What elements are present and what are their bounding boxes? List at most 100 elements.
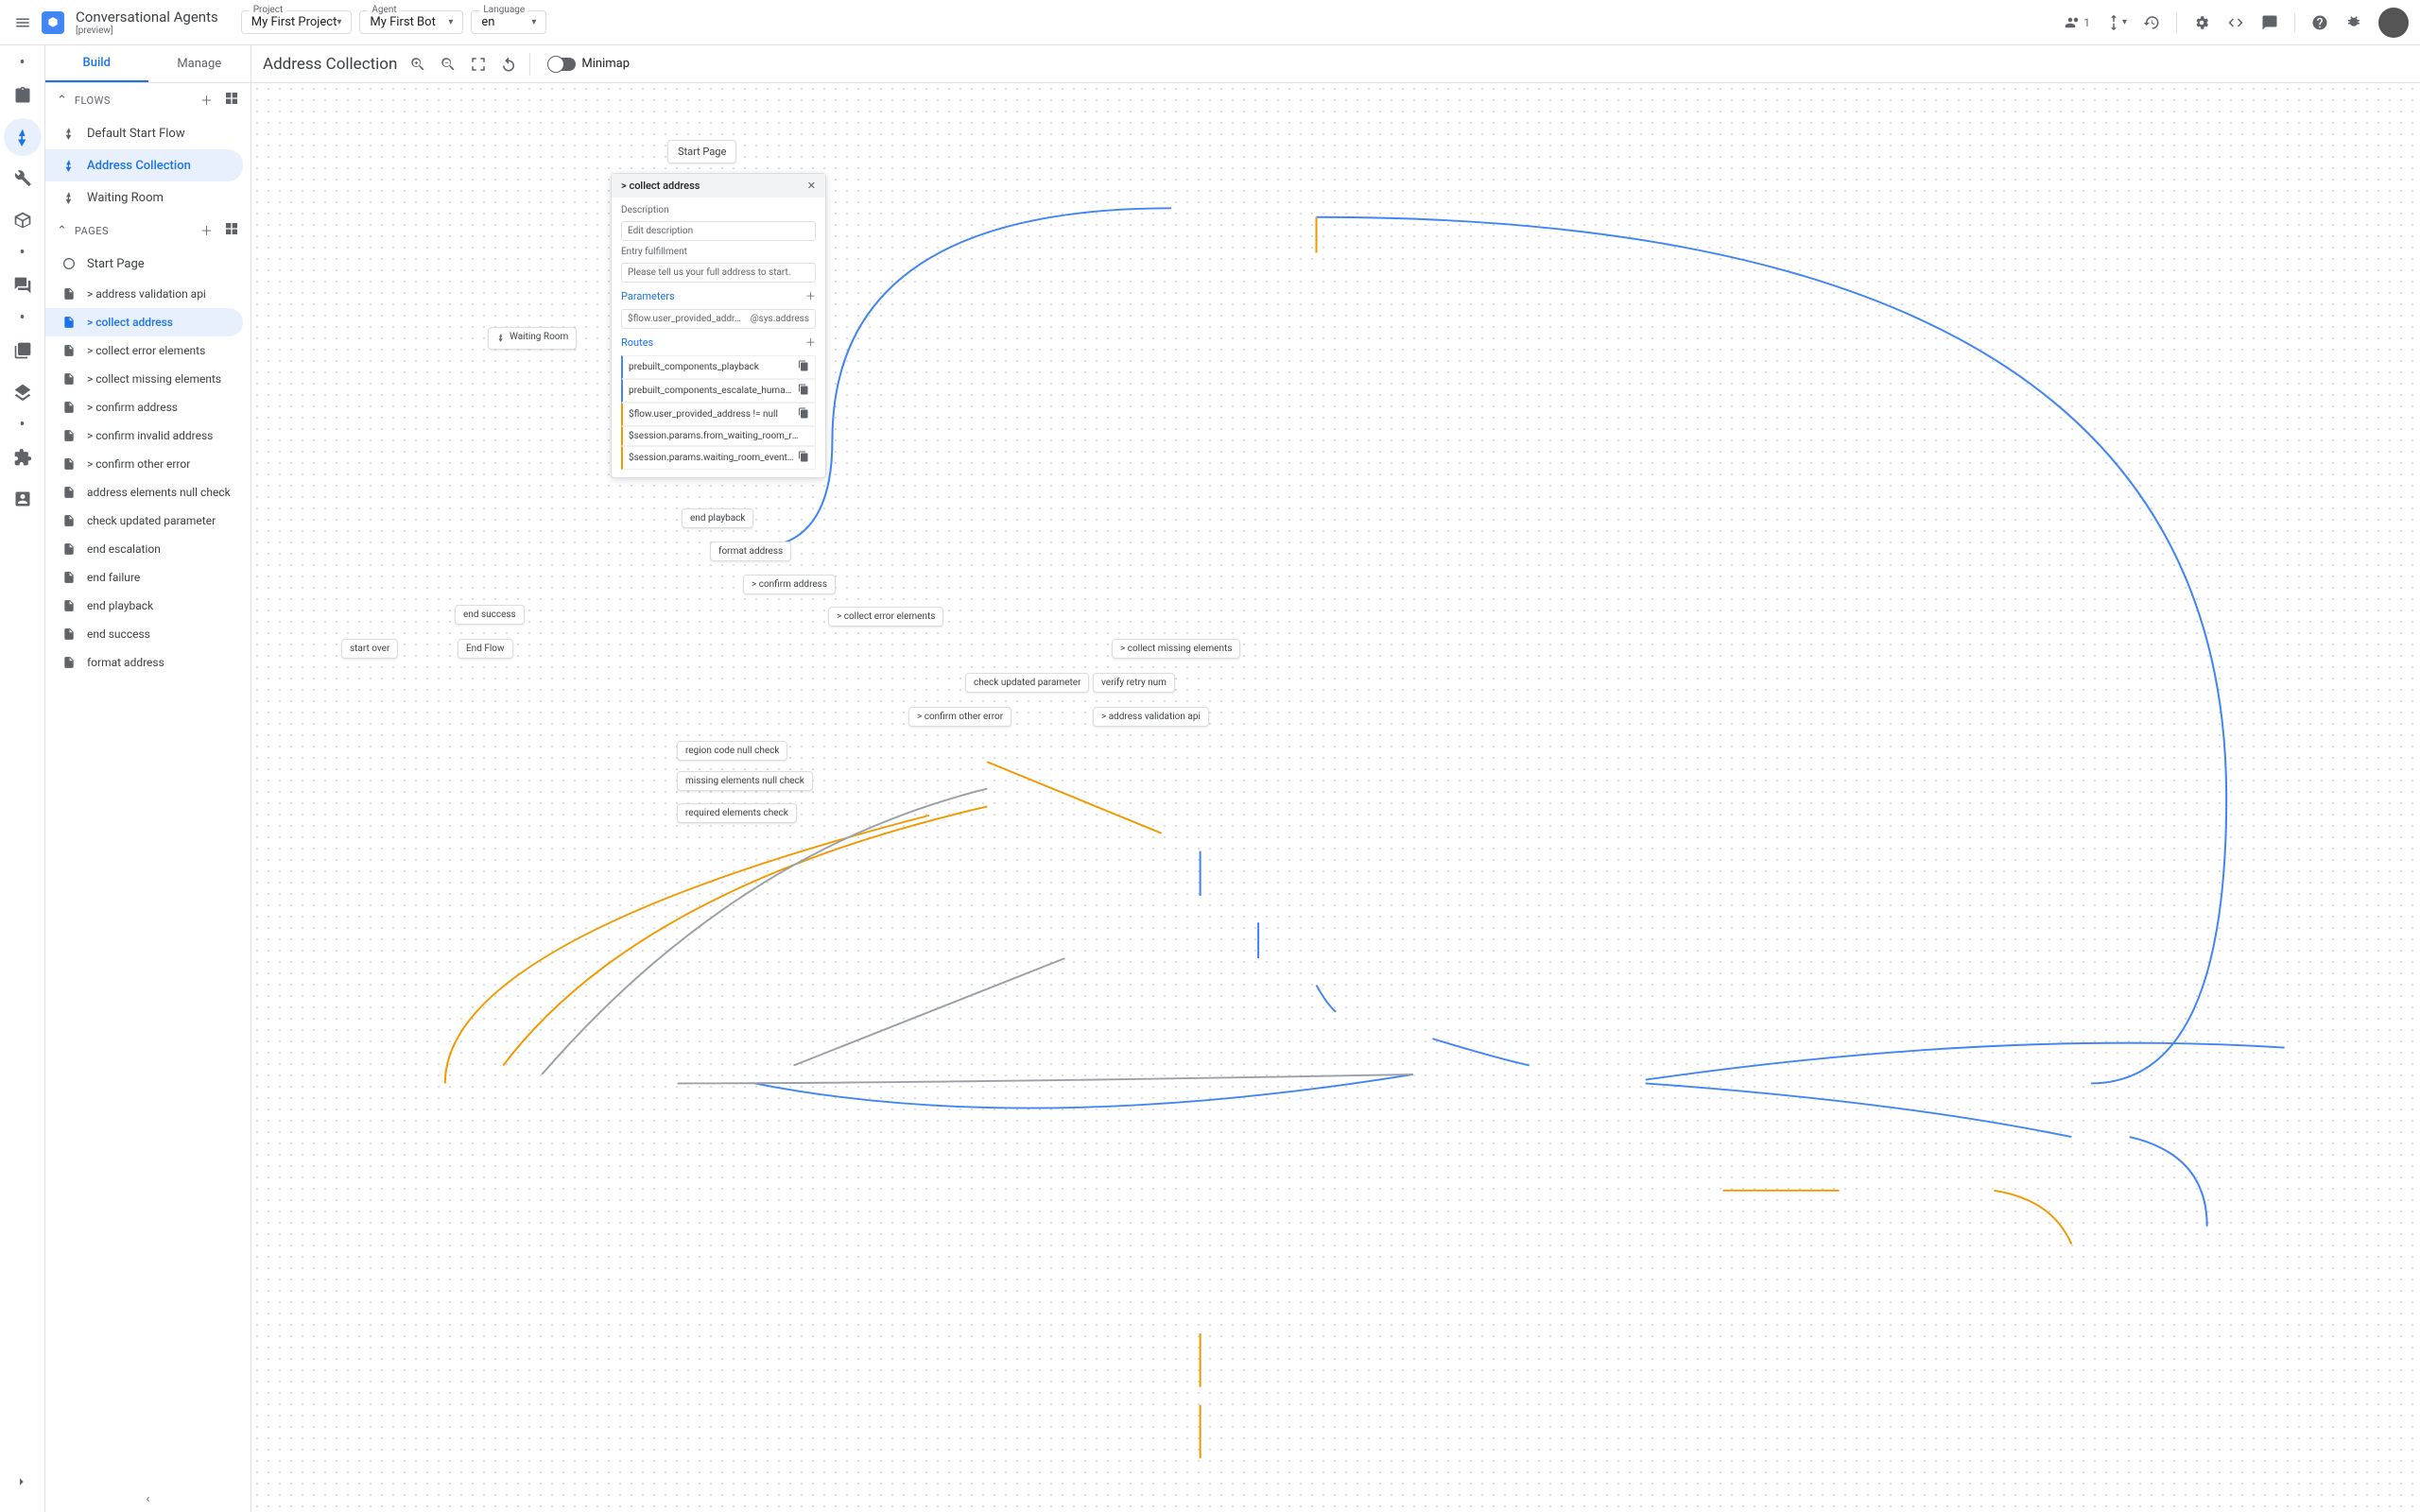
agent-selector[interactable]: Agent My First Bot▾ [359,10,463,34]
node-waiting-room[interactable]: Waiting Room [488,327,577,350]
routes-link[interactable]: Routes [621,336,653,349]
node-collect-error[interactable]: > collect error elements [828,607,943,627]
node-end-flow[interactable]: End Flow [458,639,513,659]
rail-box-icon[interactable] [4,201,42,239]
hamburger-icon[interactable] [11,11,34,34]
node-confirm-address[interactable]: > confirm address [743,575,836,594]
page-icon [60,512,78,529]
page-item[interactable]: > collect error elements [45,336,243,365]
page-icon [60,342,78,359]
copy-icon[interactable] [798,360,809,374]
user-avatar[interactable] [2378,8,2409,38]
chevron-up-icon[interactable]: ⌃ [57,94,67,108]
settings-icon[interactable] [2192,13,2211,32]
page-item[interactable]: check updated parameter [45,507,243,535]
fit-icon[interactable] [469,55,488,74]
rail-flows-icon[interactable] [4,118,42,156]
node-confirm-other[interactable]: > confirm other error [908,707,1011,727]
page-item[interactable]: > confirm address [45,393,243,421]
rail-clipboard-icon[interactable] [4,77,42,114]
page-item[interactable]: end failure [45,563,243,592]
route-item[interactable]: $session.params.waiting_room_event_handl… [621,446,816,470]
rail-contact-icon[interactable] [4,480,42,518]
node-collect-missing[interactable]: > collect missing elements [1112,639,1240,659]
route-item[interactable]: $flow.user_provided_address != null [621,403,816,426]
page-item[interactable]: end playback [45,592,243,620]
page-item[interactable]: end escalation [45,535,243,563]
add-page-icon[interactable]: ＋ [200,221,213,240]
flow-item[interactable]: Waiting Room [45,181,243,214]
route-item[interactable]: prebuilt_components_escalate_human_agent [621,379,816,403]
page-icon [60,427,78,444]
tab-build[interactable]: Build [45,45,148,82]
minimap-toggle[interactable] [549,58,576,71]
route-item[interactable]: prebuilt_components_playback [621,355,816,379]
page-item[interactable]: end success [45,620,243,648]
users-icon[interactable]: 1 [2065,13,2090,32]
page-item[interactable]: > confirm invalid address [45,421,243,450]
rail-library-icon[interactable] [4,332,42,369]
language-selector[interactable]: Language en▾ [471,10,546,34]
node-end-success[interactable]: end success [455,605,525,625]
page-icon [60,541,78,558]
rail-wrench-icon[interactable] [4,160,42,198]
add-route-icon[interactable]: ＋ [805,335,816,350]
node-verify-retry[interactable]: verify retry num [1093,673,1175,693]
page-icon [60,484,78,501]
entry-fulfillment-value[interactable]: Please tell us your full address to star… [621,263,816,283]
page-icon [60,399,78,416]
page-item[interactable]: > confirm other error [45,450,243,478]
flows-heading: FLOWS [75,94,111,107]
node-format-address[interactable]: format address [710,541,791,561]
parameters-link[interactable]: Parameters [621,290,675,302]
rail-layers-icon[interactable] [4,373,42,411]
copy-icon[interactable] [798,384,809,398]
chevron-down-icon: ▾ [531,17,536,27]
sidebar-collapse-icon[interactable]: ‹ [45,1486,251,1512]
description-input[interactable]: Edit description [621,221,816,241]
node-start-page[interactable]: Start Page [667,140,736,163]
help-icon[interactable] [2310,13,2329,32]
copy-icon[interactable] [798,451,809,465]
grid-icon[interactable] [224,91,239,110]
rail-collapse-icon[interactable] [4,1463,42,1501]
rail-divider-icon: • [19,243,25,263]
add-flow-icon[interactable]: ＋ [200,91,213,110]
parameter-name[interactable]: $flow.user_provided_addr… [628,314,741,324]
chat-icon[interactable] [2260,13,2279,32]
page-item[interactable]: > collect missing elements [45,365,243,393]
route-item[interactable]: $session.params.from_waiting_room_reusab… [621,426,816,446]
page-item[interactable]: > collect address [45,308,243,336]
history-icon[interactable] [2142,13,2161,32]
reset-icon[interactable] [499,55,518,74]
start-page-item[interactable]: Start Page [45,248,243,280]
page-item[interactable]: format address [45,648,243,677]
node-address-validation[interactable]: > address validation api [1093,707,1209,727]
zoom-out-icon[interactable] [439,55,458,74]
zoom-in-icon[interactable] [408,55,427,74]
grid-icon[interactable] [224,221,239,240]
code-icon[interactable] [2226,13,2245,32]
project-selector[interactable]: Project My First Project▾ [241,10,353,34]
copy-icon[interactable] [798,407,809,421]
page-detail-popup: > collect address ✕ Description Edit des… [611,173,826,478]
flow-canvas[interactable]: Start Page Waiting Room > collect addres… [251,83,2420,1512]
flow-item[interactable]: Address Collection [45,149,243,181]
node-start-over[interactable]: start over [341,639,398,659]
rail-message-icon[interactable] [4,266,42,304]
node-missing-check[interactable]: missing elements null check [677,771,813,791]
node-required-check[interactable]: required elements check [677,803,797,823]
page-item[interactable]: > address validation api [45,280,243,308]
publish-icon[interactable]: ▾ [2105,13,2127,32]
page-item[interactable]: address elements null check [45,478,243,507]
chevron-up-icon[interactable]: ⌃ [57,224,67,238]
node-end-playback[interactable]: end playback [682,508,753,528]
flow-item[interactable]: Default Start Flow [45,117,243,149]
node-region-check[interactable]: region code null check [677,741,787,761]
tab-manage[interactable]: Manage [148,45,251,82]
add-parameter-icon[interactable]: ＋ [805,288,816,303]
rail-extension-icon[interactable] [4,438,42,476]
close-icon[interactable]: ✕ [807,180,816,192]
node-check-updated[interactable]: check updated parameter [965,673,1089,693]
debug-icon[interactable] [2344,13,2363,32]
